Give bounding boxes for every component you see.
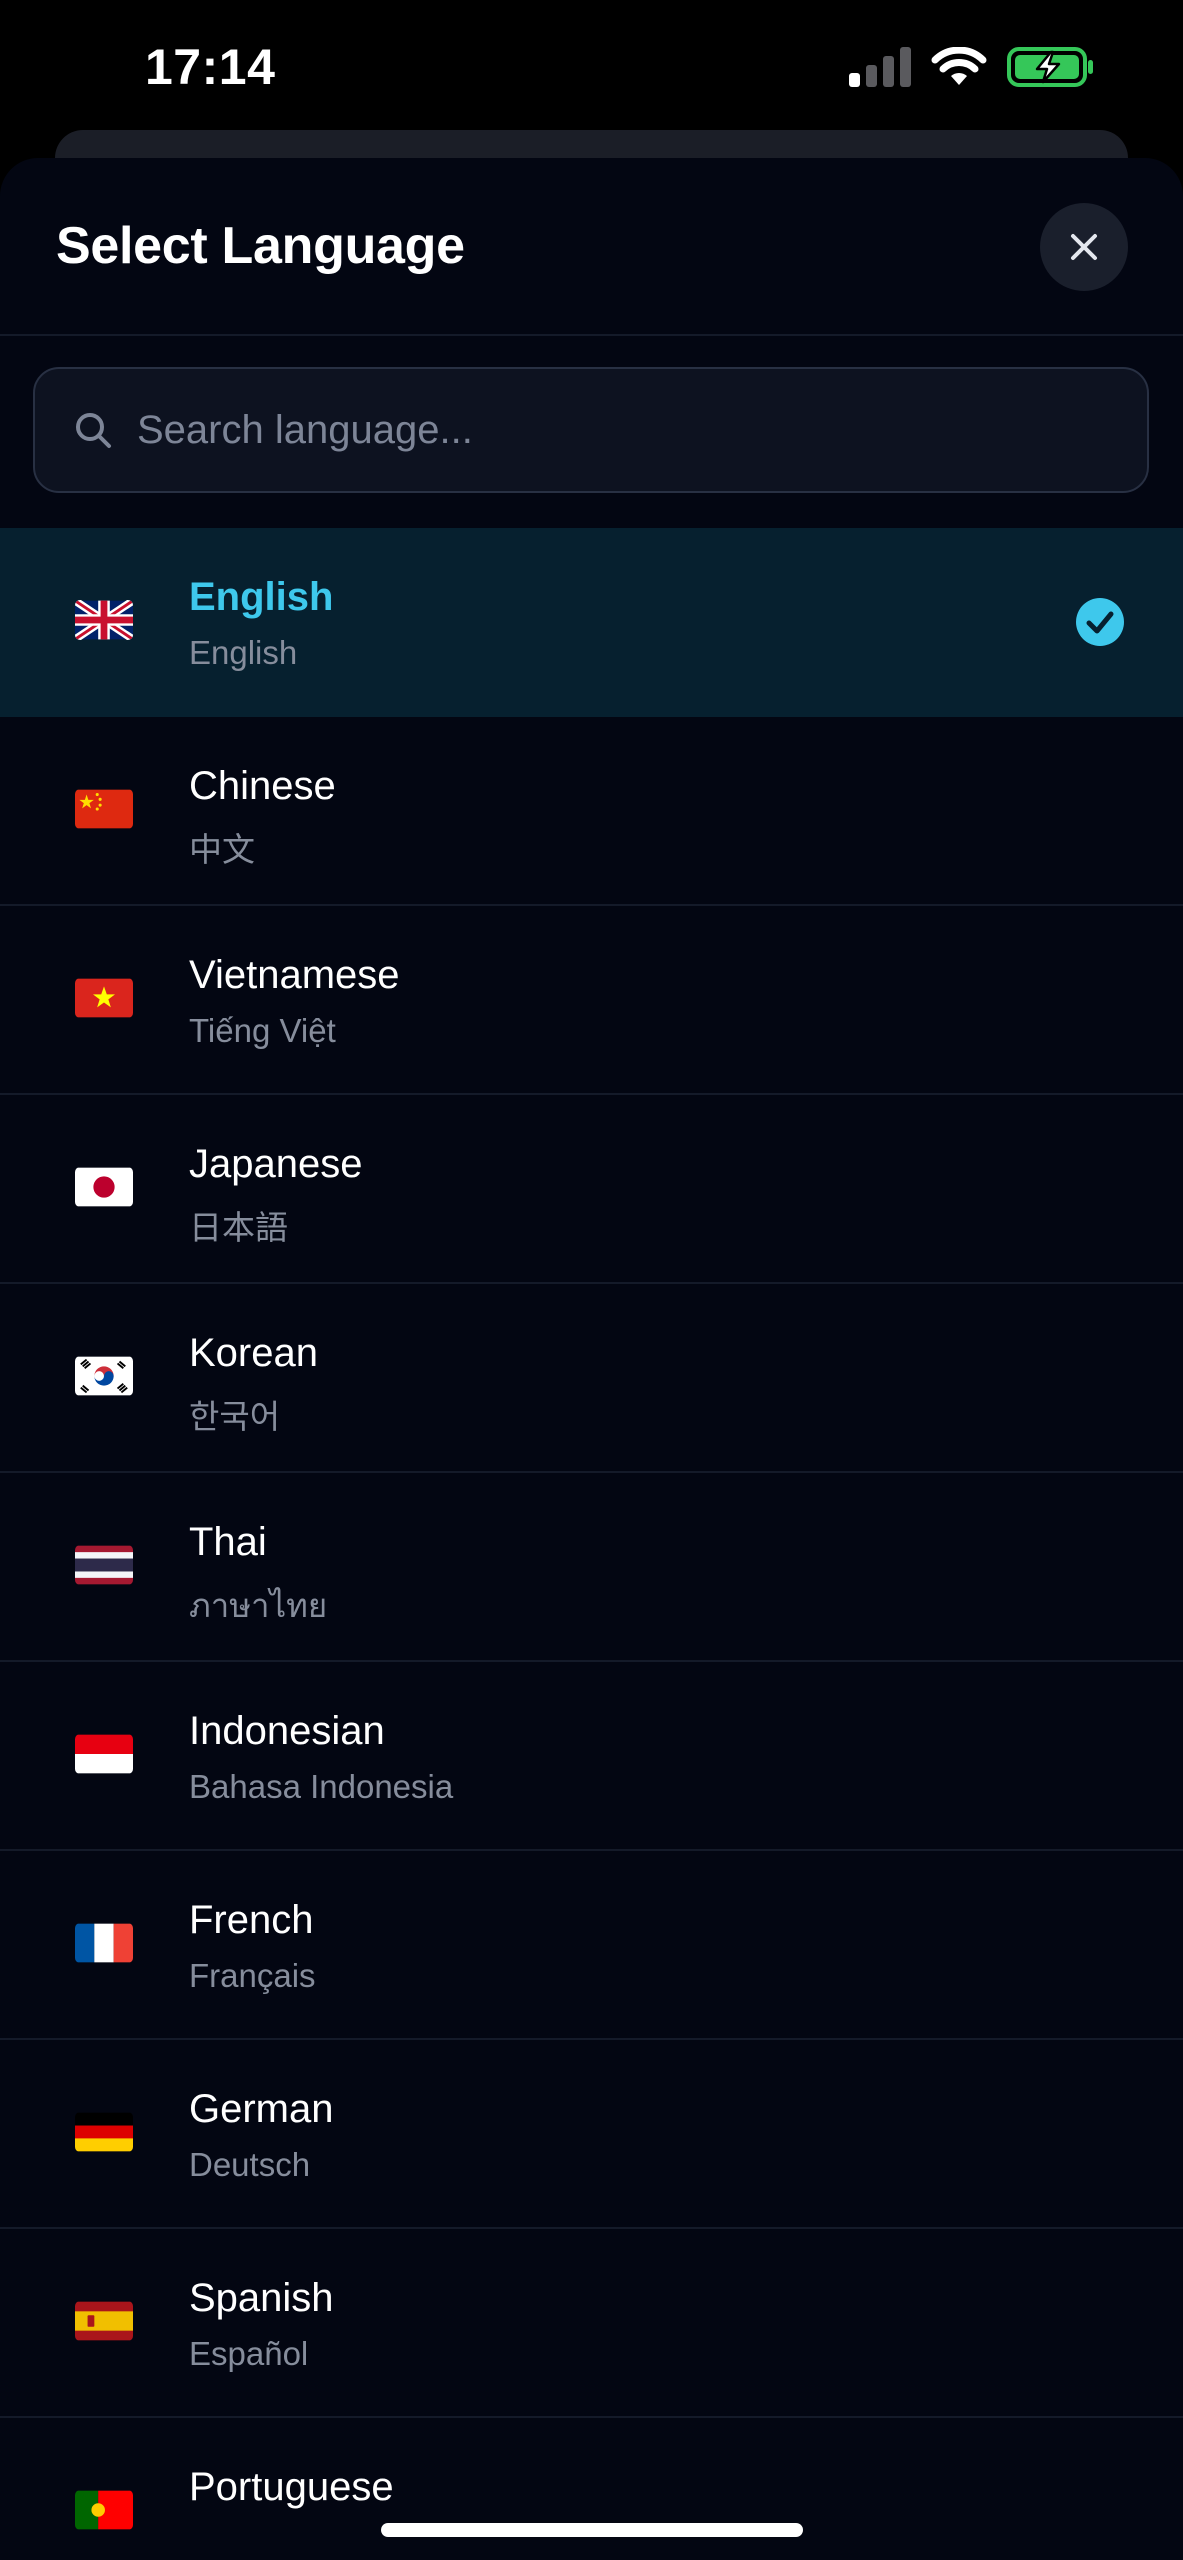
- language-item-thai[interactable]: Thai ภาษาไทย: [0, 1473, 1183, 1662]
- close-icon: [1071, 234, 1097, 260]
- language-native-name: 中文: [189, 831, 255, 868]
- check-circle-icon: [1076, 598, 1124, 646]
- language-native-name: Español: [189, 2335, 309, 2372]
- indonesia-flag-icon: [75, 1734, 133, 1774]
- sheet-title: Select Language: [56, 217, 465, 275]
- battery-charging-icon: [1007, 46, 1095, 92]
- language-item-vietnamese[interactable]: Vietnamese Tiếng Việt: [0, 906, 1183, 1095]
- japan-flag-icon: [75, 1167, 133, 1207]
- china-flag-icon: [75, 789, 133, 829]
- thailand-flag-icon: [75, 1545, 133, 1585]
- search-section: [0, 336, 1183, 528]
- search-icon: [71, 408, 115, 452]
- language-item-japanese[interactable]: Japanese 日本語: [0, 1095, 1183, 1284]
- language-native-name: Tiếng Việt: [189, 1012, 336, 1049]
- status-icons: [849, 44, 1095, 94]
- language-native-name: Français: [189, 1957, 316, 1994]
- language-native-name: ภาษาไทย: [189, 1587, 328, 1624]
- uk-flag-icon: [75, 600, 133, 640]
- screen: 17:14 Select Language Search language...…: [0, 0, 1183, 2560]
- cellular-signal-icon: [849, 46, 911, 92]
- language-name: English: [189, 575, 334, 619]
- language-name: German: [189, 2087, 334, 2131]
- korea-flag-icon: [75, 1356, 133, 1396]
- france-flag-icon: [75, 1923, 133, 1963]
- language-native-name: 日本語: [189, 1209, 288, 1246]
- language-name: Chinese: [189, 764, 336, 808]
- language-item-spanish[interactable]: Spanish Español: [0, 2229, 1183, 2418]
- spain-flag-icon: [75, 2301, 133, 2341]
- portugal-flag-icon: [75, 2490, 133, 2530]
- language-item-french[interactable]: French Français: [0, 1851, 1183, 2040]
- language-native-name: English: [189, 634, 298, 671]
- status-bar: 17:14: [0, 0, 1183, 140]
- language-name: Korean: [189, 1331, 318, 1375]
- wifi-icon: [931, 46, 987, 92]
- language-item-german[interactable]: German Deutsch: [0, 2040, 1183, 2229]
- germany-flag-icon: [75, 2112, 133, 2152]
- language-name: Japanese: [189, 1142, 363, 1186]
- close-button[interactable]: [1040, 203, 1128, 291]
- language-sheet: Select Language Search language... Engli…: [0, 158, 1183, 2560]
- language-native-name: 한국어: [189, 1398, 281, 1435]
- search-input[interactable]: [135, 369, 1147, 491]
- language-item-indonesian[interactable]: Indonesian Bahasa Indonesia: [0, 1662, 1183, 1851]
- language-name: Portuguese: [189, 2465, 394, 2509]
- home-indicator[interactable]: [381, 2523, 803, 2537]
- language-item-portuguese[interactable]: Portuguese: [0, 2418, 1183, 2560]
- language-name: Vietnamese: [189, 953, 400, 997]
- language-item-korean[interactable]: Korean 한국어: [0, 1284, 1183, 1473]
- sheet-header: Select Language: [0, 158, 1183, 336]
- vietnam-flag-icon: [75, 978, 133, 1018]
- language-item-chinese[interactable]: Chinese 中文: [0, 717, 1183, 906]
- status-time: 17:14: [145, 39, 276, 95]
- language-native-name: Bahasa Indonesia: [189, 1768, 454, 1805]
- language-name: Spanish: [189, 2276, 334, 2320]
- language-name: Thai: [189, 1520, 267, 1564]
- language-native-name: Deutsch: [189, 2146, 311, 2183]
- search-box[interactable]: [33, 367, 1149, 493]
- language-name: French: [189, 1898, 314, 1942]
- language-list: English English Chinese 中文 Vietnamese Ti…: [0, 528, 1183, 2560]
- language-item-english[interactable]: English English: [0, 528, 1183, 717]
- language-name: Indonesian: [189, 1709, 385, 1753]
